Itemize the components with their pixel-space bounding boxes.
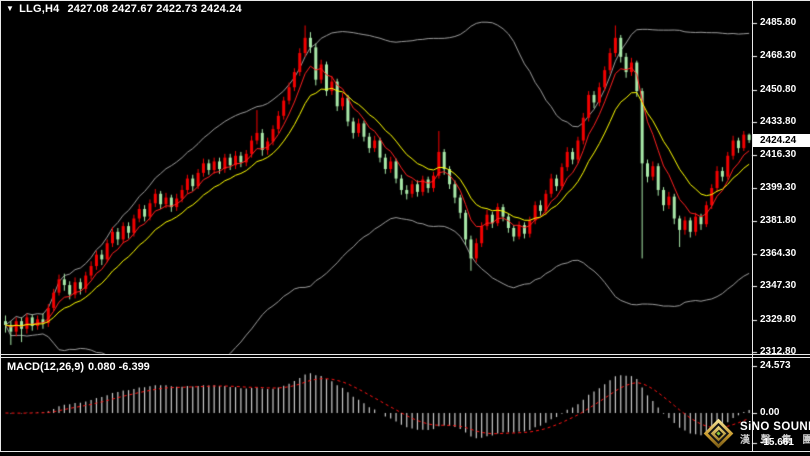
price-axis-separator: [752, 0, 753, 452]
logo-brand-chinese: 漢 聲 集 團: [740, 436, 810, 446]
logo-diamond-icon: [704, 419, 734, 449]
collapse-chevron-icon[interactable]: ▼: [6, 4, 14, 13]
current-price-value: 2424.24: [760, 135, 796, 146]
window-border-left: [0, 0, 1, 452]
macd-panel-border-bottom: [0, 451, 810, 452]
window-border-top: [0, 0, 810, 1]
current-price-tag: 2424.24: [753, 134, 810, 147]
chart-canvas[interactable]: [0, 0, 810, 456]
logo-brand-text: SiNO SOUND: [740, 422, 810, 434]
chart-header: ▼ LLG,H4 2427.08 2427.67 2422.73 2424.24: [6, 3, 242, 15]
ohlc-values: 2427.08 2427.67 2422.73 2424.24: [67, 3, 241, 15]
panel-separator[interactable]: [0, 354, 810, 355]
symbol-timeframe-label: LLG,H4: [19, 3, 59, 15]
macd-values: 0.080 -6.399: [88, 361, 150, 373]
trading-chart-window: ▼ LLG,H4 2427.08 2427.67 2422.73 2424.24 M…: [0, 0, 810, 456]
macd-indicator-label: MACD(12,26,9) 0.080 -6.399: [7, 361, 154, 373]
macd-panel-border-top: [0, 357, 810, 358]
sinosound-logo: SiNO SOUND 漢 聲 集 團: [704, 419, 810, 449]
macd-name: MACD(12,26,9): [7, 361, 84, 373]
